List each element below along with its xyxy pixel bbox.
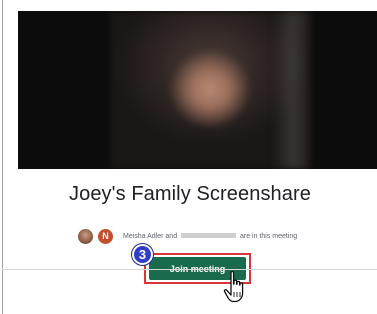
participants-row: N Meisha Adler and are in this meeting xyxy=(78,226,297,246)
video-preview-background xyxy=(273,11,313,169)
participants-text-end: are in this meeting xyxy=(240,232,298,240)
participants-text-start: Meisha Adler and xyxy=(123,232,178,240)
meeting-title: Joey's Family Screenshare xyxy=(69,183,311,205)
participants-text: Meisha Adler and are in this meeting xyxy=(123,233,297,240)
meeting-join-screen: Joey's Family Screenshare N Meisha Adler… xyxy=(0,0,377,314)
step-number-badge: 3 xyxy=(132,244,153,265)
redacted-name xyxy=(181,233,237,239)
panel-border xyxy=(2,0,3,314)
video-preview xyxy=(18,11,377,169)
participant-avatar-initial: N xyxy=(98,228,113,244)
hand-pointer-icon xyxy=(223,270,244,303)
divider xyxy=(2,269,377,270)
participant-avatar-photo xyxy=(78,228,93,244)
